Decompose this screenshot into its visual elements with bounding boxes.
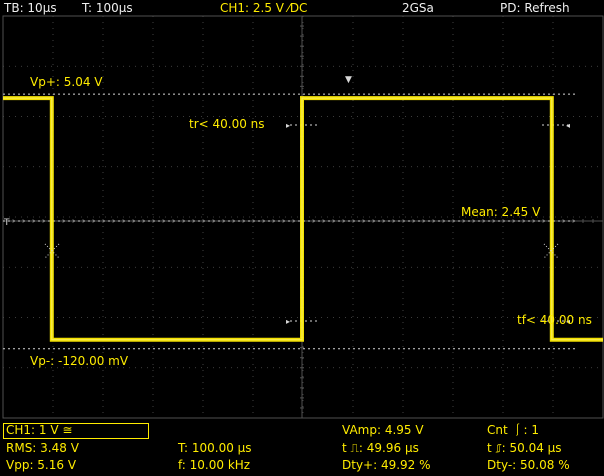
trigger-position-marker: ▼ xyxy=(345,75,352,85)
measurement-panel: CH1: 1 V ≅ RMS: 3.48 V Vpp: 5.16 V T: 10… xyxy=(0,420,604,476)
cursor-markers: T▼▸▸◂◂ xyxy=(3,75,570,326)
fall-time-label: tf< 40.00 ns xyxy=(517,313,592,327)
edge-arrow-marker: ▸ xyxy=(286,317,290,326)
vp-plus-label: Vp+: 5.04 V xyxy=(30,75,103,89)
rise-time-label: tr< 40.00 ns xyxy=(189,117,265,131)
positive-duty-measurement: Dty+: 49.92 % xyxy=(342,458,431,472)
rms-measurement: RMS: 3.48 V xyxy=(6,441,79,455)
frequency-measurement: f: 10.00 kHz xyxy=(178,458,251,472)
negative-width-measurement: t ⎎: 50.04 µs xyxy=(487,441,562,455)
edge-arrow-marker: ▸ xyxy=(286,121,290,130)
edge-arrow-marker: ◂ xyxy=(566,121,570,130)
vpp-measurement: Vpp: 5.16 V xyxy=(6,458,77,472)
negative-duty-measurement: Dty-: 50.08 % xyxy=(487,458,570,472)
vamp-measurement: VAmp: 4.95 V xyxy=(342,423,424,437)
mean-label: Mean: 2.45 V xyxy=(461,205,541,219)
ch1-setting[interactable]: CH1: 1 V ≅ xyxy=(6,423,72,438)
vp-minus-label: Vp-: -120.00 mV xyxy=(30,354,129,368)
positive-width-measurement: t ⎍: 49.96 µs xyxy=(342,441,419,455)
period-measurement: T: 100.00 µs xyxy=(178,441,252,455)
count-measurement: Cnt ⎰: 1 xyxy=(487,423,539,437)
trigger-level-marker: T xyxy=(3,218,10,228)
